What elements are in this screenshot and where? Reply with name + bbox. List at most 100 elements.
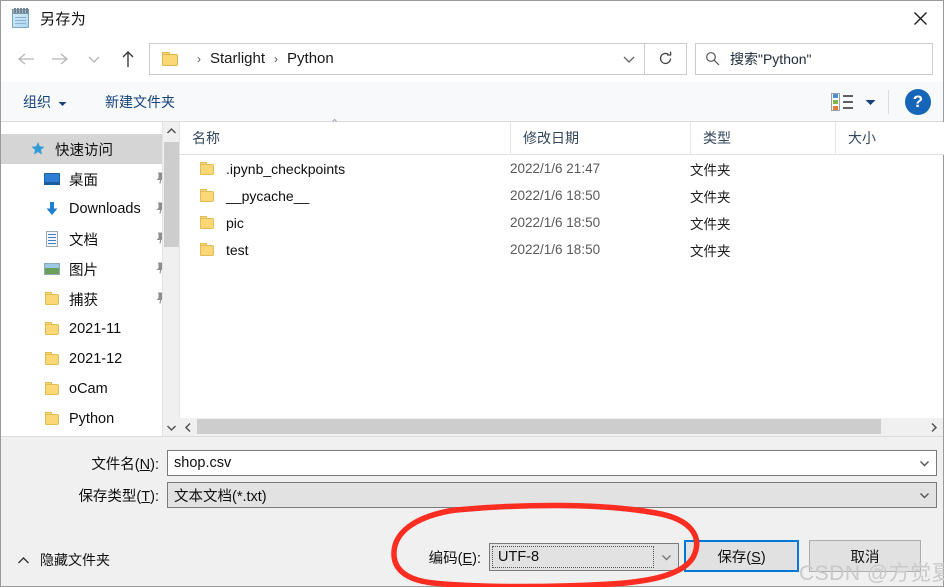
table-row[interactable]: pic 2022/1/6 18:50 文件夹 bbox=[180, 209, 944, 236]
filename-combobox[interactable]: shop.csv bbox=[167, 450, 937, 476]
chevron-down-icon[interactable] bbox=[912, 483, 936, 507]
sidebar-scrollbar-thumb[interactable] bbox=[164, 142, 179, 247]
file-list-horizontal-scrollbar[interactable] bbox=[179, 418, 943, 436]
sidebar-item-ocam[interactable]: oCam bbox=[1, 374, 179, 404]
help-button[interactable]: ? bbox=[905, 88, 931, 115]
title-bar: 另存为 bbox=[1, 1, 943, 35]
column-header-row: 名称 ⌃ 修改日期 类型 大小 bbox=[180, 118, 944, 155]
encoding-combobox[interactable]: UTF-8 bbox=[489, 543, 679, 571]
save-as-dialog: 另存为 › Starlight › Python 搜索"Python" 组织 新… bbox=[0, 0, 944, 587]
column-header-label: 类型 bbox=[703, 130, 731, 146]
save-button[interactable]: 保存(S) bbox=[684, 540, 799, 572]
quick-access-star-icon bbox=[29, 140, 47, 158]
csdn-watermark: CSDN @方觉夏 bbox=[799, 562, 944, 585]
sidebar-item-python[interactable]: Python bbox=[1, 404, 179, 434]
address-dropdown-icon[interactable] bbox=[614, 44, 644, 74]
filetype-label-key: T bbox=[141, 488, 151, 505]
sidebar-scrollbar[interactable] bbox=[162, 122, 179, 436]
close-button[interactable] bbox=[897, 1, 943, 35]
sidebar-item-label: 捕获 bbox=[69, 292, 98, 309]
filetype-combobox[interactable]: 文本文档(*.txt) bbox=[167, 482, 937, 508]
hide-folders-label: 隐藏文件夹 bbox=[40, 552, 110, 568]
chevron-down-icon[interactable] bbox=[654, 544, 678, 570]
hide-folders-toggle[interactable]: 隐藏文件夹 bbox=[17, 550, 110, 570]
sidebar-item-documents[interactable]: 文档 bbox=[1, 224, 179, 254]
forward-button[interactable] bbox=[43, 40, 77, 78]
sidebar-item-label: Downloads bbox=[69, 201, 141, 217]
breadcrumb-separator-0: › bbox=[197, 51, 201, 66]
filetype-label-post: ): bbox=[150, 488, 159, 505]
filetype-row: 保存类型(T): 文本文档(*.txt) bbox=[1, 482, 943, 508]
save-label-post: ) bbox=[760, 549, 766, 566]
recent-locations-button[interactable] bbox=[77, 40, 111, 78]
sidebar-item-downloads[interactable]: Downloads bbox=[1, 194, 179, 224]
file-type-cell: 文件夹 bbox=[690, 216, 731, 232]
breadcrumb-item-python[interactable]: Python bbox=[287, 50, 334, 67]
file-name-label: .ipynb_checkpoints bbox=[226, 160, 346, 177]
file-name-label: test bbox=[226, 241, 249, 258]
sidebar-item-label: oCam bbox=[69, 381, 108, 397]
table-row[interactable]: __pycache__ 2022/1/6 18:50 文件夹 bbox=[180, 182, 944, 209]
folder-icon bbox=[43, 350, 61, 368]
refresh-button[interactable] bbox=[645, 42, 687, 75]
chevron-up-icon[interactable] bbox=[163, 122, 179, 139]
sidebar-item-2021-11[interactable]: 2021-11 bbox=[1, 314, 179, 344]
file-date-cell: 2022/1/6 18:50 bbox=[510, 215, 601, 230]
view-options-chevron-down-icon[interactable] bbox=[865, 93, 876, 111]
address-bar[interactable]: › Starlight › Python bbox=[149, 42, 645, 75]
filename-row: 文件名(N): shop.csv bbox=[1, 450, 943, 476]
focus-outline bbox=[492, 546, 654, 568]
table-row[interactable]: .ipynb_checkpoints 2022/1/6 21:47 文件夹 bbox=[180, 155, 944, 182]
sidebar-item-label: 快速访问 bbox=[55, 142, 113, 159]
content-area: 快速访问 桌面 Downloads 文档 图片 捕获 2021-11 2021-… bbox=[1, 118, 944, 436]
chevron-down-icon[interactable] bbox=[163, 419, 179, 436]
sidebar-item-pictures[interactable]: 图片 bbox=[1, 254, 179, 284]
search-icon bbox=[705, 51, 720, 66]
column-header-label: 大小 bbox=[848, 130, 876, 146]
sidebar-item-2021-12[interactable]: 2021-12 bbox=[1, 344, 179, 374]
chevron-left-icon[interactable] bbox=[179, 418, 197, 436]
back-button[interactable] bbox=[9, 40, 43, 78]
breadcrumb-item-starlight[interactable]: Starlight bbox=[210, 50, 265, 67]
folder-icon bbox=[43, 290, 61, 308]
chevron-down-icon bbox=[58, 94, 67, 110]
sidebar-item-quick-access[interactable]: 快速访问 bbox=[1, 134, 179, 164]
file-name-cell: __pycache__ bbox=[180, 187, 510, 205]
encoding-row: 编码(E): UTF-8 bbox=[419, 543, 679, 571]
table-row[interactable]: test 2022/1/6 18:50 文件夹 bbox=[180, 236, 944, 263]
filename-input[interactable]: shop.csv bbox=[174, 455, 231, 471]
notepad-icon bbox=[10, 7, 32, 29]
chevron-down-icon[interactable] bbox=[912, 451, 936, 475]
documents-icon bbox=[43, 230, 61, 248]
sidebar-item-capture[interactable]: 捕获 bbox=[1, 284, 179, 314]
horizontal-scroll-track[interactable] bbox=[197, 418, 925, 436]
column-header-date[interactable]: 修改日期 bbox=[510, 121, 690, 155]
save-button-label: 保存(S) bbox=[717, 546, 765, 567]
column-header-label: 名称 bbox=[192, 130, 220, 146]
column-header-name[interactable]: 名称 ⌃ bbox=[180, 118, 510, 155]
search-input[interactable]: 搜索"Python" bbox=[730, 49, 812, 69]
column-header-type[interactable]: 类型 bbox=[690, 121, 835, 155]
up-button[interactable] bbox=[111, 40, 145, 78]
column-header-size[interactable]: 大小 bbox=[835, 121, 944, 155]
breadcrumb-separator-1: › bbox=[274, 51, 279, 66]
sidebar-item-desktop[interactable]: 桌面 bbox=[1, 164, 179, 194]
list-view-icon[interactable] bbox=[831, 92, 853, 111]
chevron-right-icon[interactable] bbox=[925, 418, 943, 436]
sidebar-item-label: 图片 bbox=[69, 262, 98, 279]
file-name-cell: .ipynb_checkpoints bbox=[180, 160, 510, 178]
new-folder-button[interactable]: 新建文件夹 bbox=[97, 87, 183, 117]
encoding-label-post: ): bbox=[472, 550, 481, 567]
sidebar-item-label: 文档 bbox=[69, 232, 98, 249]
sidebar-item-label: Python bbox=[69, 411, 115, 427]
file-list-pane: 名称 ⌃ 修改日期 类型 大小 .ipynb_checkpoints 2022/… bbox=[179, 118, 944, 436]
file-name-cell: test bbox=[180, 241, 510, 259]
save-label-key: S bbox=[751, 549, 761, 566]
horizontal-scrollbar-thumb[interactable] bbox=[197, 419, 881, 434]
column-header-label: 修改日期 bbox=[523, 130, 579, 146]
file-name-label: pic bbox=[226, 214, 244, 231]
help-label: ? bbox=[912, 91, 924, 111]
search-box[interactable]: 搜索"Python" bbox=[695, 42, 933, 75]
organize-button[interactable]: 组织 bbox=[15, 87, 75, 117]
folder-icon bbox=[43, 320, 61, 338]
